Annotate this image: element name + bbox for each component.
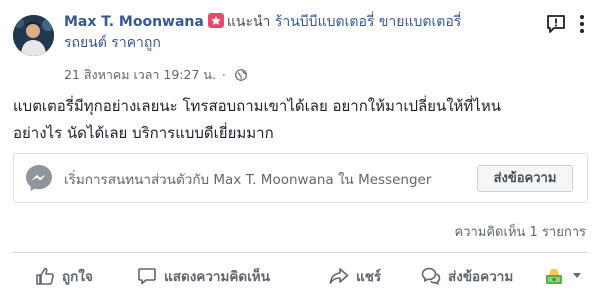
comment-count-link[interactable]: ความคิดเห็น 1 รายการ — [455, 221, 587, 242]
message-exclamation-icon[interactable] — [545, 13, 567, 35]
chevron-down-icon — [573, 273, 581, 278]
post-card: Max T. Moonwana แนะนำ ร้านบีบีแบตเตอรี่ ข… — [0, 0, 600, 300]
share-label: แชร์ — [356, 269, 382, 285]
comment-bubble-icon — [138, 268, 156, 285]
action-bar: ถูกใจ แสดงความคิดเห็น แชร์ ส่งข้อความ — [13, 258, 588, 294]
recommended-page-line2: รถยนต์ ราคาถูก — [64, 35, 161, 51]
share-button[interactable]: แชร์ — [329, 258, 381, 294]
chat-bubbles-icon — [421, 267, 441, 285]
recommend-label: แนะนำ — [226, 14, 271, 30]
send-message-action[interactable]: ส่งข้อความ — [421, 258, 513, 294]
globe-icon[interactable] — [234, 69, 247, 81]
send-message-label: ส่งข้อความ — [448, 269, 514, 285]
post-timestamp[interactable]: 21 สิงหาคม เวลา 19:27 น. — [64, 67, 216, 82]
money-emoji-icon — [546, 269, 562, 284]
action-divider — [13, 252, 587, 253]
post-meta: 21 สิงหาคม เวลา 19:27 น. · — [64, 67, 247, 83]
vertical-ellipsis-icon[interactable] — [574, 12, 590, 36]
reaction-selector[interactable] — [544, 258, 588, 294]
post-header: Max T. Moonwana แนะนำ ร้านบีบีแบตเตอรี่ ข… — [64, 12, 542, 54]
comment-label: แสดงความคิดเห็น — [164, 269, 270, 285]
comment-button[interactable]: แสดงความคิดเห็น — [137, 258, 270, 294]
messenger-prompt: เริ่มการสนทนาส่วนตัวกับ Max T. Moonwana … — [13, 153, 588, 203]
recommend-badge-icon — [207, 13, 224, 28]
post-body-line1: แบตเตอรี่มีทุกอย่างเลยนะ โทรสอบถามเขาได้… — [13, 97, 501, 115]
author-avatar[interactable] — [13, 15, 54, 56]
messenger-prompt-label: เริ่มการสนทนาส่วนตัวกับ Max T. Moonwana … — [64, 172, 432, 188]
like-label: ถูกใจ — [62, 269, 93, 285]
share-arrow-icon — [329, 268, 349, 284]
messenger-icon — [24, 163, 54, 193]
like-button[interactable]: ถูกใจ — [35, 258, 93, 294]
recommended-page-line1: ร้านบีบีแบตเตอรี่ ขายแบตเตอรี่ — [274, 14, 462, 30]
thumbs-up-icon — [36, 267, 54, 285]
author-name[interactable]: Max T. Moonwana — [64, 14, 204, 30]
post-body: แบตเตอรี่มีทุกอย่างเลยนะ โทรสอบถามเขาได้… — [13, 93, 588, 147]
send-message-button[interactable]: ส่งข้อความ — [477, 165, 573, 192]
post-body-line2: อย่างไร นัดได้เลย บริการแบบดีเยี่ยมมาก — [13, 124, 274, 142]
meta-separator: · — [221, 67, 226, 82]
